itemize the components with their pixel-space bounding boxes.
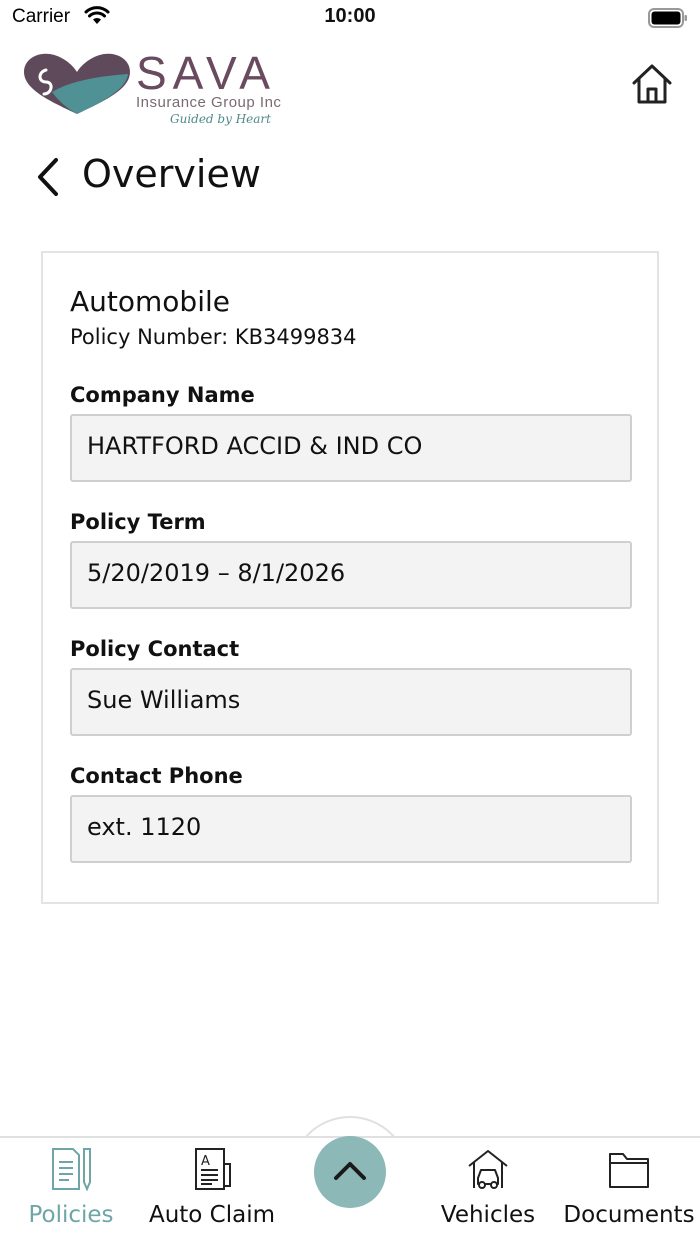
page-title: Overview <box>82 152 261 196</box>
sava-logo: SAVA Insurance Group Inc Guided by Heart <box>22 47 352 132</box>
folder-icon <box>609 1153 649 1188</box>
car-garage-icon <box>468 1150 508 1189</box>
battery-icon <box>648 8 687 28</box>
policy-term-value: 5/20/2019 – 8/1/2026 <box>87 559 346 587</box>
policy-number: Policy Number: KB3499834 <box>70 325 357 349</box>
contact-phone-field: ext. 1120 <box>70 795 632 863</box>
svg-text:A: A <box>201 1154 210 1169</box>
tab-auto-claim-label: Auto Claim <box>148 1202 276 1228</box>
policy-term-label: Policy Term <box>70 510 206 534</box>
back-button[interactable] <box>30 154 66 200</box>
tab-policies[interactable]: Policies <box>0 1138 142 1244</box>
company-name-field: HARTFORD ACCID & IND CO <box>70 414 632 482</box>
chevron-left-icon <box>38 158 58 196</box>
policy-term-field: 5/20/2019 – 8/1/2026 <box>70 541 632 609</box>
company-name-value: HARTFORD ACCID & IND CO <box>87 432 423 460</box>
policy-document-icon <box>52 1148 91 1192</box>
tab-documents-label: Documents <box>563 1202 695 1228</box>
policy-contact-field: Sue Williams <box>70 668 632 736</box>
clock: 10:00 <box>324 5 376 27</box>
tab-documents[interactable]: Documents <box>558 1138 700 1244</box>
contact-phone-label: Contact Phone <box>70 764 243 788</box>
policy-type: Automobile <box>70 285 230 318</box>
tab-auto-claim[interactable]: A Auto Claim <box>142 1138 282 1244</box>
policy-card: Automobile Policy Number: KB3499834 Comp… <box>41 251 659 904</box>
logo-tagline: Guided by Heart <box>170 112 271 126</box>
policy-contact-label: Policy Contact <box>70 637 240 661</box>
chevron-up-icon <box>334 1162 366 1180</box>
expand-menu-button[interactable] <box>314 1136 386 1208</box>
tab-vehicles[interactable]: Vehicles <box>418 1138 558 1244</box>
company-name-label: Company Name <box>70 383 255 407</box>
tab-policies-label: Policies <box>28 1202 114 1228</box>
contact-phone-value: ext. 1120 <box>87 813 202 841</box>
home-icon <box>632 64 672 104</box>
policy-contact-value: Sue Williams <box>87 686 241 714</box>
status-bar: Carrier 10:00 <box>0 0 700 36</box>
heart-logo-icon <box>24 53 130 114</box>
home-button[interactable] <box>630 62 674 106</box>
logo-subtitle: Insurance Group Inc <box>136 94 282 111</box>
logo-name: SAVA <box>136 47 276 99</box>
claim-form-icon: A <box>195 1148 231 1190</box>
tab-vehicles-label: Vehicles <box>440 1202 536 1228</box>
